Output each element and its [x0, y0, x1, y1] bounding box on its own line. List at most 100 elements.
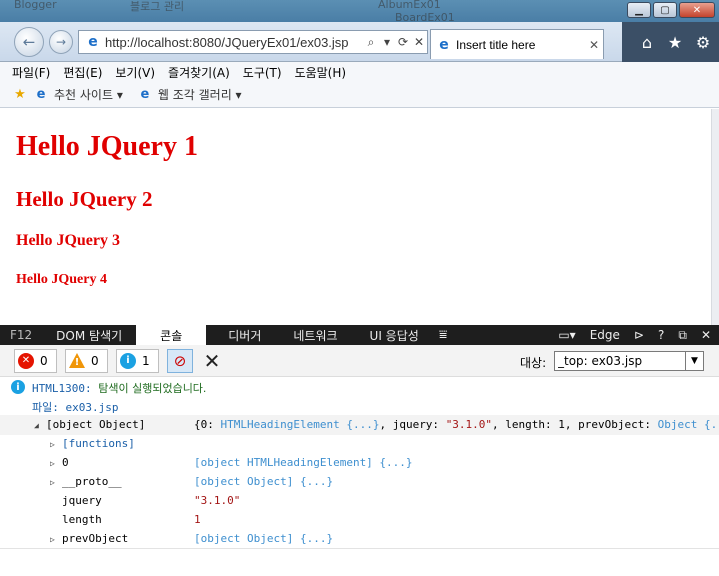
page-scrollbar[interactable]	[711, 109, 719, 325]
forward-arrow-icon: →	[55, 35, 67, 49]
tab-close-icon[interactable]: ✕	[585, 38, 603, 52]
property-row[interactable]: ▷ 0	[50, 456, 69, 469]
console-toggle-icon[interactable]: ⊳	[634, 328, 644, 342]
tab-console[interactable]: 콘솔	[136, 325, 207, 345]
home-icon[interactable]: ⌂	[637, 32, 657, 52]
page-content: Hello JQuery 1 Hello JQuery 2 Hello JQue…	[0, 109, 711, 325]
property-key: prevObject	[62, 532, 129, 545]
target-select-value: _top: ex03.jsp	[558, 354, 643, 368]
object-node[interactable]: ◢ [object Object]	[34, 418, 145, 431]
favorites-bar: ★ e 추천 사이트 ▾ e 웹 조각 갤러리 ▾	[0, 82, 719, 108]
forward-button[interactable]: →	[49, 30, 73, 54]
clear-on-navigate-icon: ⊘	[173, 351, 187, 370]
property-key: __proto__	[62, 475, 122, 488]
url-input[interactable]: http://localhost:8080/JQueryEx01/ex03.js…	[105, 35, 363, 50]
info-icon: i	[120, 352, 136, 369]
help-icon[interactable]: ?	[658, 328, 664, 342]
tab-network[interactable]: 네트워크	[283, 325, 359, 345]
menu-favorites[interactable]: 즐겨찾기(A)	[168, 64, 230, 81]
property-row[interactable]: ▷ [functions]	[50, 437, 135, 450]
dropdown-chevron-icon[interactable]: ▾	[379, 35, 395, 49]
minimize-button[interactable]: ▁	[627, 2, 651, 18]
collapsed-triangle-icon[interactable]: ▷	[50, 535, 62, 544]
stop-icon[interactable]: ✕	[411, 35, 427, 49]
undock-icon[interactable]: ⧉	[678, 328, 687, 343]
back-arrow-icon: ←	[22, 33, 36, 51]
property-value: [object Object] {...}	[194, 475, 334, 488]
ie-page-icon: e	[439, 36, 449, 53]
browser-tools: ⌂ ★ ⚙	[637, 32, 713, 52]
back-button[interactable]: ←	[14, 27, 44, 57]
collapsed-triangle-icon[interactable]: ▷	[50, 459, 62, 468]
warnings-filter-button[interactable]: ! 0	[65, 348, 108, 373]
search-icon[interactable]: ⌕	[363, 35, 379, 50]
property-value: 1	[194, 513, 201, 526]
property-key: length	[62, 513, 102, 526]
expanded-triangle-icon[interactable]: ◢	[34, 421, 46, 430]
collapsed-triangle-icon[interactable]: ▷	[50, 478, 62, 487]
property-row[interactable]: ▷ prevObject	[50, 532, 128, 545]
tab-ui-responsiveness[interactable]: UI 응답성	[360, 325, 429, 345]
clear-console-button[interactable]: ✕	[199, 349, 225, 373]
window-titlebar: Blogger 블로그 관리 AlbumEx01 BoardEx01 ▁ ▢ ✕	[0, 0, 719, 22]
more-tabs-icon[interactable]: ⩸	[429, 325, 458, 345]
messages-filter-button[interactable]: i 1	[116, 348, 159, 373]
console-message: HTML1300: 탐색이 실행되었습니다.	[32, 380, 206, 396]
summary-value: 1	[558, 418, 565, 431]
heading-1: Hello JQuery 1	[16, 131, 198, 162]
summary-text: , jquery:	[379, 418, 446, 431]
message-code: HTML1300:	[32, 382, 92, 395]
summary-text: {0:	[194, 418, 221, 431]
favorites-item-suggested-sites[interactable]: e 추천 사이트 ▾	[33, 86, 123, 103]
error-icon: ✕	[18, 352, 34, 369]
property-row[interactable]: ▷ __proto__	[50, 475, 122, 488]
menu-tools[interactable]: 도구(T)	[243, 64, 282, 81]
chevron-down-icon[interactable]: ▼	[685, 352, 703, 370]
tab-active[interactable]: e Insert title here ✕	[430, 29, 604, 59]
clear-on-navigate-button[interactable]: ⊘	[167, 348, 193, 373]
errors-filter-button[interactable]: ✕ 0	[14, 348, 57, 373]
tab-f12: F12	[10, 328, 33, 342]
background-window-title: BoardEx01	[395, 11, 455, 22]
document-mode-label[interactable]: Edge	[590, 328, 620, 342]
tab-dom-explorer[interactable]: DOM 탐색기	[42, 325, 136, 345]
source-file-link[interactable]: 파일: ex03.jsp	[32, 399, 118, 415]
collapsed-triangle-icon[interactable]: ▷	[50, 440, 62, 449]
object-label: [object Object]	[46, 418, 146, 431]
menu-bar: 파일(F) 편집(E) 보기(V) 즐겨찾기(A) 도구(T) 도움말(H)	[0, 62, 719, 82]
summary-value: Object {...}	[657, 418, 719, 431]
menu-file[interactable]: 파일(F)	[12, 64, 50, 81]
emulation-icon[interactable]: ▭▾	[558, 328, 575, 342]
favorites-item-web-slice-gallery[interactable]: e 웹 조각 갤러리 ▾	[137, 86, 241, 103]
ie-page-icon: e	[36, 87, 46, 102]
console-toolbar: ✕ 0 ! 0 i 1 ⊘ ✕ 대상: _top: ex03.jsp ▼	[0, 345, 719, 377]
menu-edit[interactable]: 편집(E)	[63, 64, 102, 81]
favorites-item-label: 추천 사이트 ▾	[54, 88, 123, 102]
maximize-button[interactable]: ▢	[653, 2, 677, 18]
warnings-count: 0	[91, 353, 99, 368]
property-value: "3.1.0"	[194, 494, 241, 507]
info-icon: i	[11, 380, 25, 394]
property-value: [object Object] {...}	[194, 532, 334, 545]
menu-view[interactable]: 보기(V)	[115, 64, 155, 81]
menu-help[interactable]: 도움말(H)	[295, 64, 347, 81]
address-bar[interactable]: e http://localhost:8080/JQueryEx01/ex03.…	[78, 30, 428, 54]
tools-gear-icon[interactable]: ⚙	[693, 32, 713, 52]
devtools-tab-bar: F12 DOM 탐색기 콘솔 디버거 네트워크 UI 응답성 ⩸ ▭▾ Edge…	[0, 325, 719, 345]
heading-2: Hello JQuery 2	[16, 187, 153, 211]
favorites-star-icon[interactable]: ★	[665, 32, 685, 52]
background-window-title: AlbumEx01	[378, 0, 441, 11]
clear-icon: ✕	[203, 348, 221, 373]
close-window-button[interactable]: ✕	[679, 2, 715, 18]
tab-debugger[interactable]: 디버거	[206, 325, 283, 345]
property-value: [object HTMLHeadingElement] {...}	[194, 456, 413, 469]
navigation-bar: ← → e http://localhost:8080/JQueryEx01/e…	[0, 22, 719, 62]
target-select[interactable]: _top: ex03.jsp ▼	[554, 351, 704, 371]
heading-4: Hello JQuery 4	[16, 272, 107, 287]
console-input-divider	[0, 548, 719, 549]
refresh-icon[interactable]: ⟳	[395, 35, 411, 49]
close-devtools-icon[interactable]: ✕	[701, 328, 711, 342]
background-windows: Blogger 블로그 관리 AlbumEx01 BoardEx01	[0, 0, 719, 22]
tab-title: Insert title here	[456, 37, 536, 52]
favorites-add-star-icon[interactable]: ★	[12, 87, 28, 103]
